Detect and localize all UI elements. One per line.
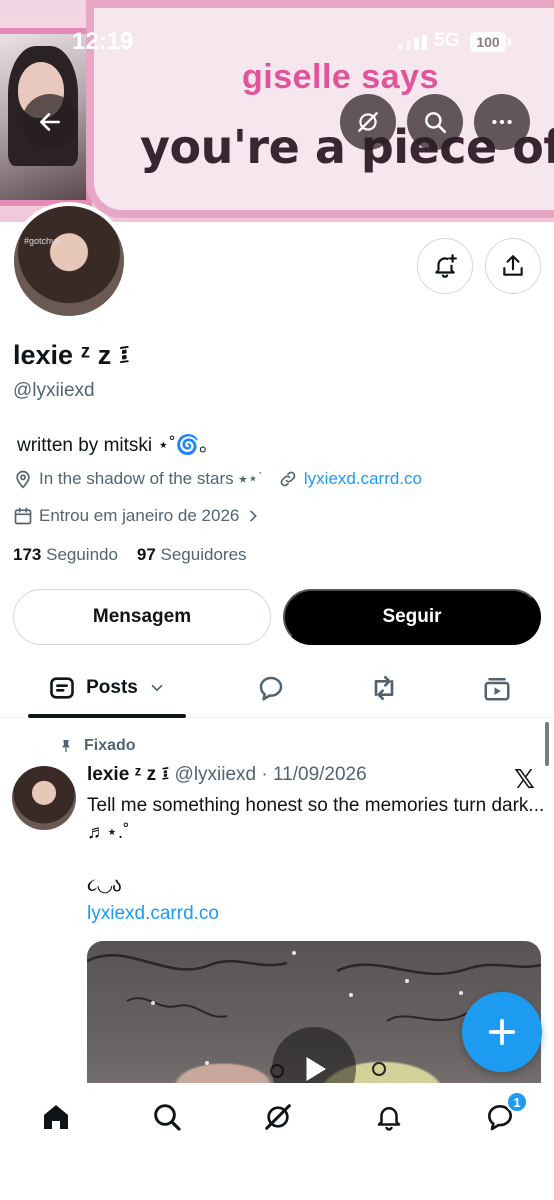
following-link[interactable]: 173 Seguindo [13,545,118,564]
profile-website-link[interactable]: lyxiexd.carrd.co [304,469,422,489]
grok-button[interactable] [340,94,396,150]
arrow-left-icon [40,113,60,131]
nav-search[interactable] [137,1097,197,1137]
follow-counts: 173 Seguindo 97 Seguidores [13,545,247,565]
pinned-label: Fixado [84,737,136,754]
share-button[interactable] [485,238,541,294]
search-icon [154,1104,181,1131]
more-button[interactable] [474,94,530,150]
tab-media[interactable] [467,660,527,716]
share-icon [503,255,523,276]
nav-notifications[interactable] [359,1097,419,1137]
posts-icon [50,677,74,699]
battery-icon: 100 [470,32,511,52]
joined-date: Entrou em janeiro de 2026 [39,506,240,525]
pin-icon [62,740,70,752]
location-icon [16,470,30,489]
post-header: lexie ᶻ z ፤ @lyxiiexd · 11/09/2026 [87,764,367,786]
grok-icon [358,112,378,132]
follow-button[interactable]: Seguir [283,589,541,645]
message-button[interactable]: Mensagem [13,589,271,645]
display-name: lexie ᶻ z ፤ [13,340,130,370]
bell-plus-icon [435,254,457,278]
avatar-tag: #gotchyu [24,236,61,246]
bottom-navigation: 1 [0,1083,554,1200]
profile-meta-row: In the shadow of the stars ⭑⋆˙ lyxiexd.c… [13,469,422,489]
nav-grok[interactable] [248,1097,308,1137]
tab-reposts[interactable] [354,660,414,716]
search-button[interactable] [407,94,463,150]
post-decoration: ૮◟◞ა [87,875,122,896]
status-time: 12:19 [72,28,134,55]
bell-icon [377,1107,401,1131]
profile-location: In the shadow of the stars ⭑⋆˙ [39,469,264,488]
more-icon [492,119,512,125]
tab-replies[interactable] [241,660,301,716]
tab-posts[interactable]: Posts [28,660,186,718]
pinned-indicator: Fixado [58,737,136,755]
post-link[interactable]: lyxiexd.carrd.co [87,903,219,925]
calendar-icon [14,507,32,525]
user-handle: @lyxiiexd [13,380,95,401]
scrollbar[interactable] [545,722,549,766]
plus-icon [488,1018,516,1046]
back-button[interactable] [22,94,78,150]
compose-post-button[interactable] [462,992,542,1072]
post-author-avatar[interactable] [12,766,76,830]
post-author-name[interactable]: lexie ᶻ z ፤ [87,764,169,785]
joined-row[interactable]: Entrou em janeiro de 2026 [13,506,261,526]
post-author-meta: @lyxiiexd · 11/09/2026 [174,764,367,785]
banner-headline: giselle says [242,58,439,96]
nav-messages[interactable]: 1 [470,1091,530,1137]
nav-home[interactable] [26,1097,86,1137]
post-text: Tell me something honest so the memories… [87,795,545,843]
search-icon [425,112,447,134]
followers-link[interactable]: 97 Seguidores [137,545,247,564]
link-icon [280,471,296,487]
network-type: 5G [434,30,460,51]
profile-tabs: Posts [0,660,554,718]
chevron-down-icon [151,684,163,692]
repost-icon [374,676,394,700]
status-bar: 12:19 5G 100 [0,26,554,60]
notifications-subscribe-button[interactable] [417,238,473,294]
grok-icon [265,1104,291,1130]
chevron-right-icon [250,510,258,522]
x-logo-icon: 𝕏 [514,764,535,794]
profile-bio: written by mitski ⋆˚🌀｡ [17,435,209,456]
profile-avatar[interactable]: #gotchyu [10,202,128,320]
messages-badge: 1 [506,1091,528,1113]
home-icon [44,1105,68,1129]
signal-icon [398,34,427,50]
video-stack-icon [484,678,510,701]
play-icon [306,1057,326,1081]
reply-icon [259,676,283,701]
tab-posts-label: Posts [86,677,138,698]
